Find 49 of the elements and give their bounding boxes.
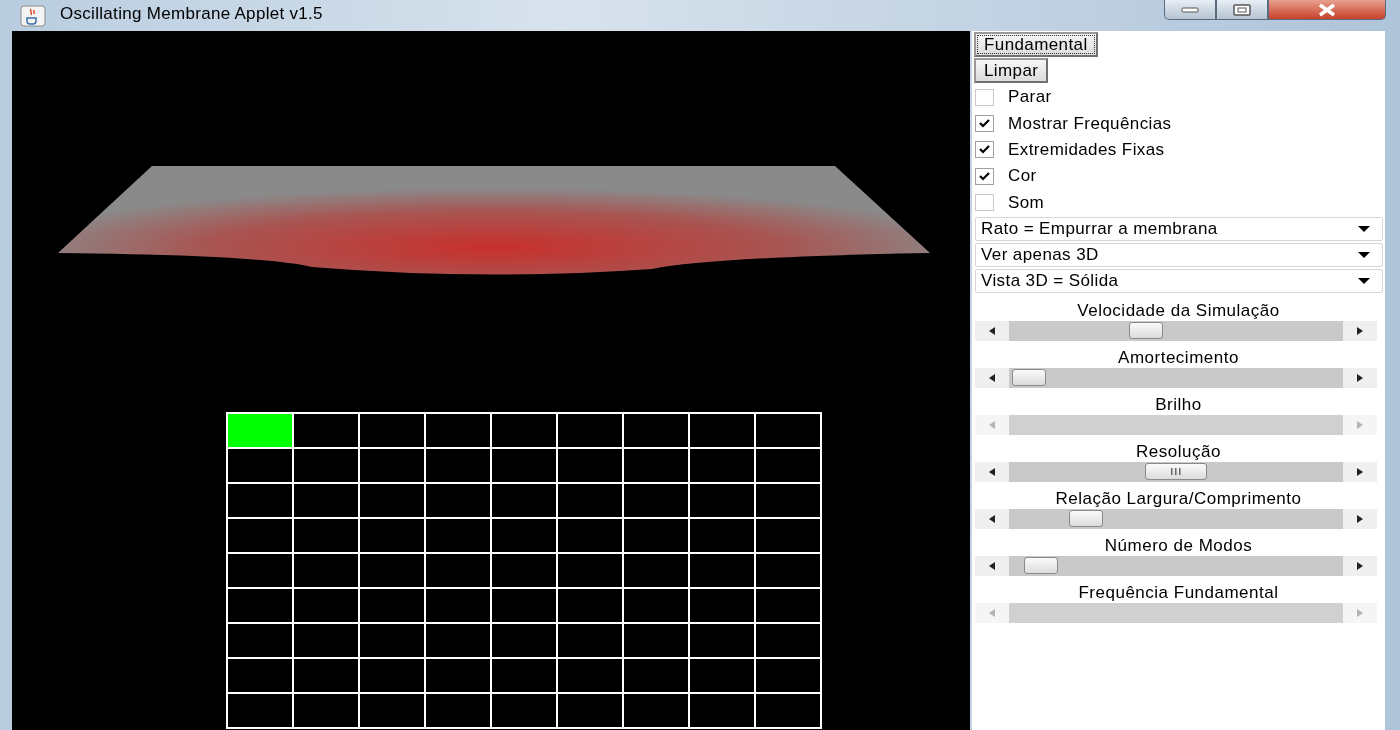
slider-label: Velocidade da Simulação <box>1076 299 1281 321</box>
slider-label: Brilho <box>1154 393 1203 415</box>
grip-icon <box>1170 467 1182 475</box>
mode-grid[interactable] <box>226 412 822 729</box>
scrollbar-slider[interactable] <box>975 555 1377 576</box>
minimize-icon <box>1181 6 1199 13</box>
checkbox-label[interactable]: Cor <box>1008 166 1037 187</box>
slider-thumb[interactable] <box>1145 462 1207 480</box>
slider-label: Relação Largura/Comprimento <box>1054 487 1303 509</box>
caret-icon <box>1358 277 1370 284</box>
slider-thumb[interactable] <box>1024 556 1058 574</box>
check-icon <box>978 170 991 182</box>
simulation-canvas[interactable] <box>12 31 970 730</box>
dropdown[interactable]: Ver apenas 3D <box>975 242 1383 267</box>
slider-label: Resolução <box>1135 440 1222 462</box>
scrollbar-slider[interactable] <box>975 461 1377 482</box>
checkbox-label[interactable]: Extremidades Fixas <box>1008 139 1165 160</box>
checkbox[interactable] <box>975 88 994 106</box>
checkbox-label[interactable]: Parar <box>1008 87 1052 108</box>
checkbox-label[interactable]: Som <box>1008 192 1045 213</box>
close-icon <box>1317 2 1337 17</box>
caret-icon <box>1358 251 1370 258</box>
slider-thumb[interactable] <box>1069 509 1103 527</box>
checkbox[interactable] <box>975 167 994 185</box>
cup-icon <box>20 5 46 27</box>
push-button[interactable]: Fundamental <box>974 32 1098 57</box>
scrollbar-slider[interactable] <box>975 508 1377 529</box>
checkbox[interactable] <box>975 115 994 133</box>
slider-label: Frequência Fundamental <box>1077 581 1280 603</box>
maximize-icon <box>1233 3 1251 16</box>
minimize-button[interactable] <box>1164 0 1216 20</box>
push-button[interactable]: Limpar <box>974 58 1049 83</box>
caret-icon <box>1358 225 1370 232</box>
dropdown[interactable]: Rato = Empurrar a membrana <box>975 216 1383 241</box>
slider-thumb[interactable] <box>1129 321 1163 339</box>
checkbox-label[interactable]: Mostrar Frequências <box>1008 113 1172 134</box>
checkbox[interactable] <box>975 194 994 212</box>
dropdown[interactable]: Vista 3D = Sólida <box>975 268 1383 293</box>
close-button[interactable] <box>1268 0 1386 20</box>
scrollbar-slider[interactable] <box>975 320 1377 341</box>
slider-label: Amortecimento <box>1117 346 1240 368</box>
slider-thumb[interactable] <box>1012 368 1046 386</box>
maximize-button[interactable] <box>1216 0 1268 20</box>
window-title: Oscillating Membrane Applet v1.5 <box>60 4 323 24</box>
scrollbar-slider[interactable] <box>975 367 1377 388</box>
slider-label: Número de Modos <box>1103 534 1254 556</box>
check-icon <box>978 118 991 130</box>
check-icon <box>978 144 991 156</box>
checkbox[interactable] <box>975 141 994 159</box>
